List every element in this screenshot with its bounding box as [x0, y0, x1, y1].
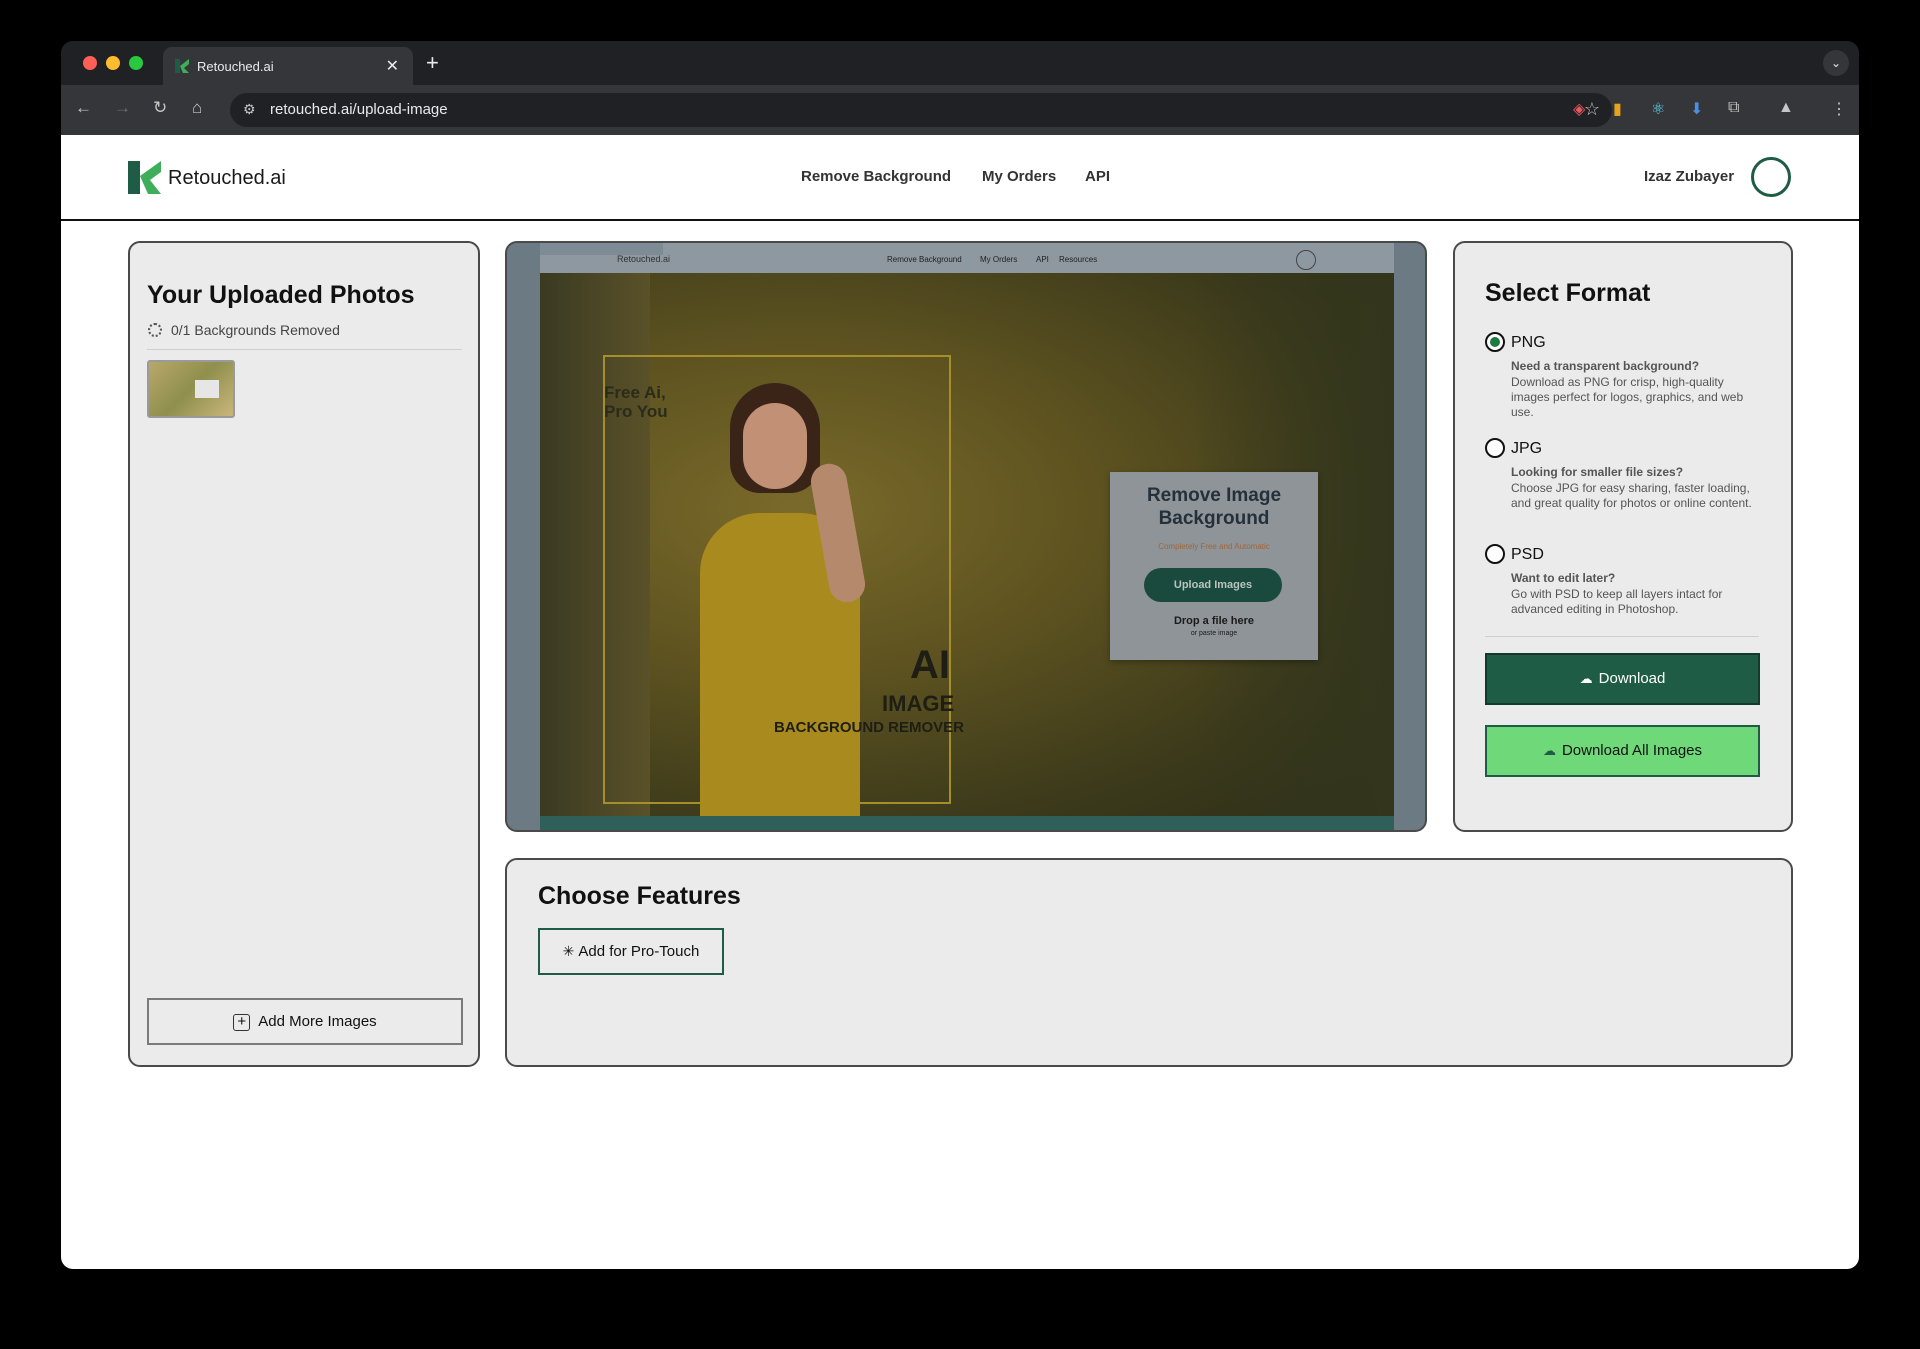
site-header: Retouched.ai Remove Background My Orders…	[61, 135, 1859, 221]
divider	[1485, 636, 1759, 637]
back-icon[interactable]: ←	[75, 98, 92, 118]
divider	[147, 349, 462, 350]
forward-icon[interactable]: →	[114, 98, 131, 118]
add-more-images-label: Add More Images	[258, 1013, 377, 1030]
preview-nav-orders: My Orders	[980, 255, 1018, 264]
png-description: Download as PNG for crisp, high-quality …	[1511, 375, 1744, 419]
download-extension-icon[interactable]: ⬇	[1690, 99, 1703, 119]
react-devtools-icon[interactable]: ⚛	[1651, 99, 1665, 119]
preview-tagline-2: Pro You	[604, 402, 668, 421]
preview-upload-button: Upload Images	[1144, 568, 1282, 602]
backgrounds-removed-status: 0/1 Backgrounds Removed	[171, 322, 340, 338]
new-tab-button[interactable]: +	[426, 50, 439, 76]
tab-title: Retouched.ai	[197, 59, 274, 74]
browser-toolbar: ← → ↻ ⌂ ⚙ retouched.ai/upload-image ☆ ◈ …	[61, 85, 1859, 135]
preview-navbar: Retouched.ai Remove Background My Orders…	[540, 243, 1394, 273]
download-label: Download	[1598, 670, 1666, 687]
bookmark-star-icon[interactable]: ☆	[1584, 99, 1600, 120]
psd-label[interactable]: PSD	[1511, 546, 1544, 564]
avatar[interactable]	[1751, 157, 1791, 197]
png-label[interactable]: PNG	[1511, 334, 1546, 352]
window-controls	[83, 56, 143, 70]
nav-remove-background[interactable]: Remove Background	[801, 168, 951, 185]
psd-question: Want to edit later?	[1511, 571, 1616, 585]
preview-card: Remove Image Background Completely Free …	[1110, 472, 1318, 660]
select-format-title: Select Format	[1485, 279, 1651, 307]
close-tab-icon[interactable]: ✕	[386, 56, 399, 76]
menu-kebab-icon[interactable]: ⋮	[1831, 99, 1847, 119]
site-info-icon[interactable]: ⚙	[243, 101, 256, 118]
preview-nav-resources: Resources	[1059, 255, 1098, 264]
preview-image-text: IMAGE	[882, 691, 955, 716]
address-text[interactable]: retouched.ai/upload-image	[270, 101, 448, 118]
sparkle-icon: ✳	[562, 943, 575, 959]
user-name[interactable]: Izaz Zubayer	[1644, 168, 1734, 185]
choose-features-title: Choose Features	[538, 882, 741, 910]
close-window-button[interactable]	[83, 56, 97, 70]
download-button[interactable]: ☁ Download	[1485, 653, 1760, 705]
image-preview-panel: Retouched.ai Remove Background My Orders…	[505, 241, 1427, 832]
psd-radio[interactable]	[1485, 544, 1505, 564]
preview-ai-text: AI	[910, 643, 950, 687]
preview-drop-text: Drop a file here	[1173, 615, 1255, 627]
logo-icon[interactable]	[128, 161, 161, 194]
select-format-panel: Select Format PNG Need a transparent bac…	[1453, 241, 1793, 832]
nav-my-orders[interactable]: My Orders	[982, 168, 1056, 185]
cloud-download-icon: ☁	[1542, 743, 1556, 758]
home-icon[interactable]: ⌂	[192, 98, 202, 118]
preview-bg-remover-text: BACKGROUND REMOVER	[774, 719, 965, 736]
browser-window: Retouched.ai ✕ + ⌄ ← → ↻ ⌂ ⚙ retouched.a…	[61, 41, 1859, 1269]
preview-nav-api: API	[1036, 255, 1049, 264]
minimize-window-button[interactable]	[106, 56, 120, 70]
preview-image: Retouched.ai Remove Background My Orders…	[540, 243, 1394, 830]
jpg-question: Looking for smaller file sizes?	[1511, 465, 1684, 479]
tab-search-chevron-icon[interactable]: ⌄	[1823, 50, 1849, 76]
zoom-window-button[interactable]	[129, 56, 143, 70]
favicon-icon	[175, 59, 189, 73]
download-all-label: Download All Images	[1561, 742, 1703, 759]
preview-brand: Retouched.ai	[617, 254, 671, 264]
brand-name[interactable]: Retouched.ai	[168, 167, 286, 190]
add-pro-touch-button[interactable]: ✳ Add for Pro-Touch	[538, 928, 724, 975]
spinner-icon	[148, 323, 162, 337]
extension-icon[interactable]: ▮	[1613, 99, 1622, 119]
uploaded-photos-panel: Your Uploaded Photos 0/1 Backgrounds Rem…	[128, 241, 480, 1067]
preview-nav-remove-bg: Remove Background	[887, 255, 962, 264]
png-question: Need a transparent background?	[1511, 359, 1700, 373]
profile-icon[interactable]: ▲	[1778, 99, 1794, 117]
address-bar[interactable]: ⚙ retouched.ai/upload-image ☆	[230, 93, 1612, 127]
preview-woman-face	[743, 403, 807, 489]
extensions-puzzle-icon[interactable]: ⧉	[1728, 99, 1739, 117]
preview-card-subtitle: Completely Free and Automatic	[1158, 542, 1270, 551]
uploaded-photos-title: Your Uploaded Photos	[147, 281, 415, 309]
add-square-icon: +	[233, 1013, 251, 1031]
pocket-extension-icon[interactable]: ◈	[1573, 99, 1585, 119]
psd-description: Go with PSD to keep all layers intact fo…	[1511, 587, 1723, 616]
add-more-images-button[interactable]: + Add More Images	[147, 998, 463, 1045]
uploaded-thumbnail[interactable]	[147, 360, 235, 418]
nav-api[interactable]: API	[1085, 168, 1110, 185]
download-all-images-button[interactable]: ☁ Download All Images	[1485, 725, 1760, 777]
preview-tagline-1: Free Ai,	[604, 383, 666, 402]
reload-icon[interactable]: ↻	[153, 98, 167, 118]
png-radio[interactable]	[1485, 332, 1505, 352]
web-page: Retouched.ai Remove Background My Orders…	[61, 135, 1859, 1269]
preview-card-title: Remove Image Background	[1146, 485, 1282, 529]
jpg-label[interactable]: JPG	[1511, 440, 1542, 458]
jpg-description: Choose JPG for easy sharing, faster load…	[1511, 481, 1752, 510]
add-pro-touch-label: Add for Pro-Touch	[578, 943, 700, 960]
jpg-radio[interactable]	[1485, 438, 1505, 458]
cloud-download-icon: ☁	[1579, 671, 1593, 686]
browser-tab[interactable]: Retouched.ai ✕	[163, 47, 413, 85]
preview-paste-text: or paste image	[1190, 630, 1238, 637]
choose-features-panel: Choose Features ✳ Add for Pro-Touch	[505, 858, 1793, 1067]
tab-strip: Retouched.ai ✕ + ⌄	[61, 41, 1859, 85]
